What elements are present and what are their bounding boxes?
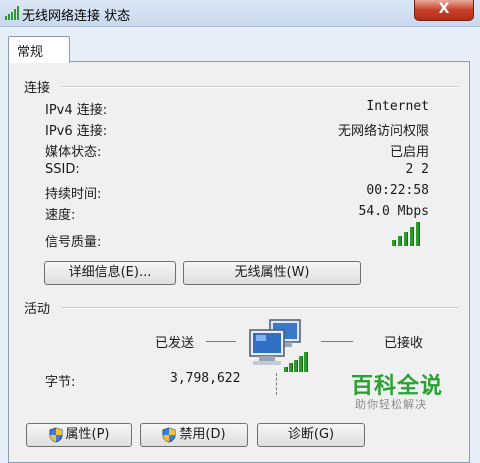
duration-label: 持续时间: [45, 187, 102, 202]
disable-button[interactable]: 禁用(D) [140, 423, 248, 447]
media-state-label: 媒体状态: [45, 145, 102, 160]
ipv4-label: IPv4 连接: [45, 103, 108, 118]
tab-general-label: 常规 [17, 45, 44, 60]
media-state-value: 已启用 [389, 145, 429, 160]
bytes-sent-value: 3,798,622 [170, 371, 241, 386]
received-label: 已接收 [384, 336, 424, 351]
sent-label: 已发送 [155, 336, 195, 351]
network-connector-line [276, 373, 278, 395]
uac-shield-icon [162, 426, 176, 443]
activity-section-title: 活动 [24, 302, 51, 317]
signal-strength-icon [392, 222, 422, 246]
properties-button[interactable]: 属性(P) [26, 423, 132, 447]
activity-divider [62, 307, 458, 309]
bytes-label: 字节: [45, 375, 76, 390]
wireless-properties-button[interactable]: 无线属性(W) [183, 261, 361, 285]
watermark-subtitle: 助你轻松解决 [355, 398, 427, 411]
connection-divider [62, 86, 458, 88]
speed-value: 54.0 Mbps [358, 204, 429, 219]
disable-button-label: 禁用(D) [179, 427, 226, 442]
close-button[interactable]: X [414, 0, 474, 21]
ssid-label: SSID: [45, 162, 80, 177]
speed-label: 速度: [45, 208, 76, 223]
wireless-signal-icon [5, 6, 19, 20]
uac-shield-icon [49, 426, 62, 443]
properties-button-label: 属性(P) [65, 427, 110, 442]
diagnose-button[interactable]: 诊断(G) [257, 423, 365, 447]
duration-value: 00:22:58 [366, 183, 429, 198]
close-icon: X [438, 1, 450, 17]
sent-line [206, 341, 236, 342]
received-line [321, 341, 353, 342]
window-title: 无线网络连接 状态 [22, 9, 131, 24]
details-button[interactable]: 详细信息(E)... [44, 261, 176, 285]
ipv6-value: 无网络访问权限 [337, 124, 429, 139]
diagnose-button-label: 诊断(G) [287, 427, 335, 442]
title-bar: 无线网络连接 状态 X [0, 0, 480, 27]
activity-signal-icon [284, 352, 310, 372]
signal-quality-label: 信号质量: [45, 235, 102, 250]
tab-general[interactable]: 常规 [8, 36, 70, 63]
connection-section-title: 连接 [24, 81, 51, 96]
ipv4-value: Internet [366, 99, 429, 114]
ipv6-label: IPv6 连接: [45, 124, 108, 139]
ssid-value: 2 2 [405, 162, 429, 177]
